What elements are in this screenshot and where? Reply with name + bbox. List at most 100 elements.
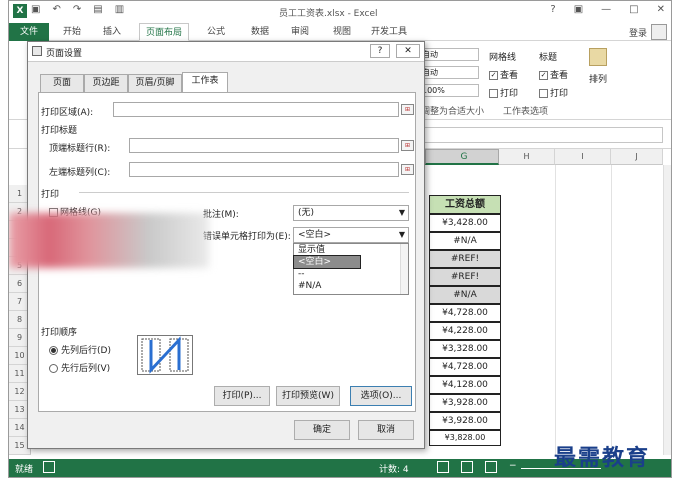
- salary-total-cell[interactable]: #N/A: [429, 232, 501, 250]
- ribbon-tabs: 文件 开始 插入 页面布局 公式 数据 审阅 视图 开发工具 登录: [9, 23, 671, 41]
- dialog-help-button[interactable]: ?: [370, 44, 390, 58]
- print-section-label: 打印: [41, 190, 60, 200]
- tab-sheet[interactable]: 工作表: [182, 72, 228, 93]
- arrange-icon[interactable]: [589, 48, 607, 66]
- macro-record-icon[interactable]: [43, 461, 55, 473]
- login-link[interactable]: 登录: [629, 26, 647, 39]
- cols-repeat-label: 左端标题列(C):: [49, 168, 111, 178]
- undo-icon[interactable]: ↶: [52, 4, 60, 15]
- cancel-button[interactable]: 取消: [358, 420, 414, 440]
- column-header-j[interactable]: J: [611, 149, 663, 165]
- height-select[interactable]: 自动: [419, 66, 479, 79]
- cols-repeat-input[interactable]: [129, 162, 399, 177]
- range-collapse-icon[interactable]: ⊞: [401, 104, 414, 115]
- dialog-close-button[interactable]: ✕: [396, 44, 420, 58]
- salary-total-cell[interactable]: #REF!: [429, 250, 501, 268]
- help-icon[interactable]: ?: [550, 4, 555, 15]
- order-down-then-over[interactable]: 先列后行(D): [49, 343, 111, 356]
- range-collapse-icon[interactable]: ⊞: [401, 140, 414, 151]
- gridlines-view-check[interactable]: ✓ 查看: [489, 68, 518, 81]
- tab-developer[interactable]: 开发工具: [365, 23, 413, 41]
- window-controls: ? ▣ — □ ✕: [550, 4, 665, 15]
- salary-total-cell[interactable]: ¥3,328.00: [429, 340, 501, 358]
- arrange-button[interactable]: 排列: [589, 72, 607, 85]
- status-count: 计数: 4: [379, 465, 409, 475]
- print-area-label: 打印区域(A):: [41, 108, 94, 118]
- print-preview-icon[interactable]: ▥: [115, 4, 124, 15]
- column-header-h[interactable]: H: [499, 149, 555, 165]
- tab-header-footer[interactable]: 页眉/页脚: [128, 74, 182, 92]
- width-select[interactable]: 自动: [419, 48, 479, 61]
- print-titles-label: 打印标题: [41, 126, 78, 136]
- column-header-g[interactable]: G: [425, 149, 499, 165]
- ok-button[interactable]: 确定: [294, 420, 350, 440]
- tab-page-layout[interactable]: 页面布局: [139, 23, 190, 41]
- dropdown-option[interactable]: --: [294, 268, 408, 280]
- errors-dropdown-list[interactable]: 显示值 <空白> -- #N/A: [293, 243, 409, 295]
- tab-view[interactable]: 视图: [327, 23, 357, 41]
- gridlines-print-check[interactable]: 打印: [489, 86, 518, 99]
- minimize-icon[interactable]: —: [601, 4, 611, 15]
- salary-total-cell[interactable]: ¥3,928.00: [429, 412, 501, 430]
- salary-total-cell[interactable]: ¥4,728.00: [429, 304, 501, 322]
- salary-total-cell[interactable]: ¥4,728.00: [429, 358, 501, 376]
- salary-total-cell[interactable]: #N/A: [429, 286, 501, 304]
- dropdown-option-selected[interactable]: <空白>: [293, 255, 361, 269]
- errors-select[interactable]: <空白> ▼: [293, 227, 409, 243]
- scale-input[interactable]: 100%: [419, 84, 479, 97]
- redo-icon[interactable]: ↷: [73, 4, 81, 15]
- salary-total-cell[interactable]: ¥3,828.00: [429, 430, 501, 446]
- window-title: 员工工资表.xlsx - Excel: [279, 9, 378, 19]
- range-collapse-icon[interactable]: ⊞: [401, 164, 414, 175]
- salary-total-cell[interactable]: ¥3,928.00: [429, 394, 501, 412]
- tab-review[interactable]: 审阅: [285, 23, 315, 41]
- print-button[interactable]: 打印(P)...: [214, 386, 270, 406]
- salary-total-cell[interactable]: ¥3,428.00: [429, 214, 501, 232]
- watermark-logo: 最需教育: [554, 445, 651, 471]
- salary-total-cell[interactable]: ¥4,128.00: [429, 376, 501, 394]
- tab-page[interactable]: 页面: [40, 74, 84, 92]
- maximize-icon[interactable]: □: [629, 4, 638, 15]
- rows-repeat-input[interactable]: [129, 138, 399, 153]
- checkbox-icon: [489, 89, 498, 98]
- column-header-i[interactable]: I: [555, 149, 611, 165]
- headings-view-check[interactable]: ✓ 查看: [539, 68, 568, 81]
- page-order-preview-icon: [137, 335, 193, 375]
- page-layout-view-icon[interactable]: [461, 461, 473, 473]
- sheet-options-group-label: 工作表选项: [503, 107, 549, 117]
- print-preview-button[interactable]: 打印预览(W): [276, 386, 340, 406]
- headings-group-title: 标题: [539, 53, 558, 63]
- status-ready: 就绪: [15, 465, 34, 475]
- tab-home[interactable]: 开始: [57, 23, 87, 41]
- avatar[interactable]: [651, 24, 667, 40]
- ribbon-display-icon[interactable]: ▣: [574, 4, 583, 15]
- order-over-then-down[interactable]: 先行后列(V): [49, 361, 110, 374]
- tab-formulas[interactable]: 公式: [201, 23, 231, 41]
- page-break-view-icon[interactable]: [485, 461, 497, 473]
- tab-margins[interactable]: 页边距: [84, 74, 128, 92]
- salary-total-cell[interactable]: #REF!: [429, 268, 501, 286]
- open-icon[interactable]: ▤: [93, 4, 102, 15]
- formula-input[interactable]: [415, 127, 663, 143]
- print-area-input[interactable]: [113, 102, 399, 117]
- vertical-scrollbar[interactable]: [663, 165, 671, 455]
- excel-window: X ▣ ↶ ↷ ▤ ▥ 员工工资表.xlsx - Excel ? ▣ — □ ✕…: [8, 0, 672, 478]
- dropdown-option[interactable]: #N/A: [294, 280, 408, 292]
- checkbox-checked-icon: ✓: [539, 71, 548, 80]
- options-button[interactable]: 选项(O)...: [350, 386, 412, 406]
- dropdown-scrollbar[interactable]: [400, 244, 408, 294]
- tab-insert[interactable]: 插入: [97, 23, 127, 41]
- zoom-out-button[interactable]: −: [509, 461, 517, 471]
- normal-view-icon[interactable]: [437, 461, 449, 473]
- radio-checked-icon: [49, 346, 58, 355]
- gridline: [555, 165, 556, 455]
- tab-file[interactable]: 文件: [9, 23, 49, 41]
- headings-print-check[interactable]: 打印: [539, 86, 568, 99]
- save-icon[interactable]: ▣: [31, 4, 40, 15]
- tab-data[interactable]: 数据: [245, 23, 275, 41]
- salary-total-cell[interactable]: ¥4,228.00: [429, 322, 501, 340]
- salary-total-header[interactable]: 工资总额: [429, 195, 501, 214]
- close-icon[interactable]: ✕: [657, 4, 665, 15]
- comments-select[interactable]: (无) ▼: [293, 205, 409, 221]
- dropdown-option[interactable]: 显示值: [294, 244, 408, 256]
